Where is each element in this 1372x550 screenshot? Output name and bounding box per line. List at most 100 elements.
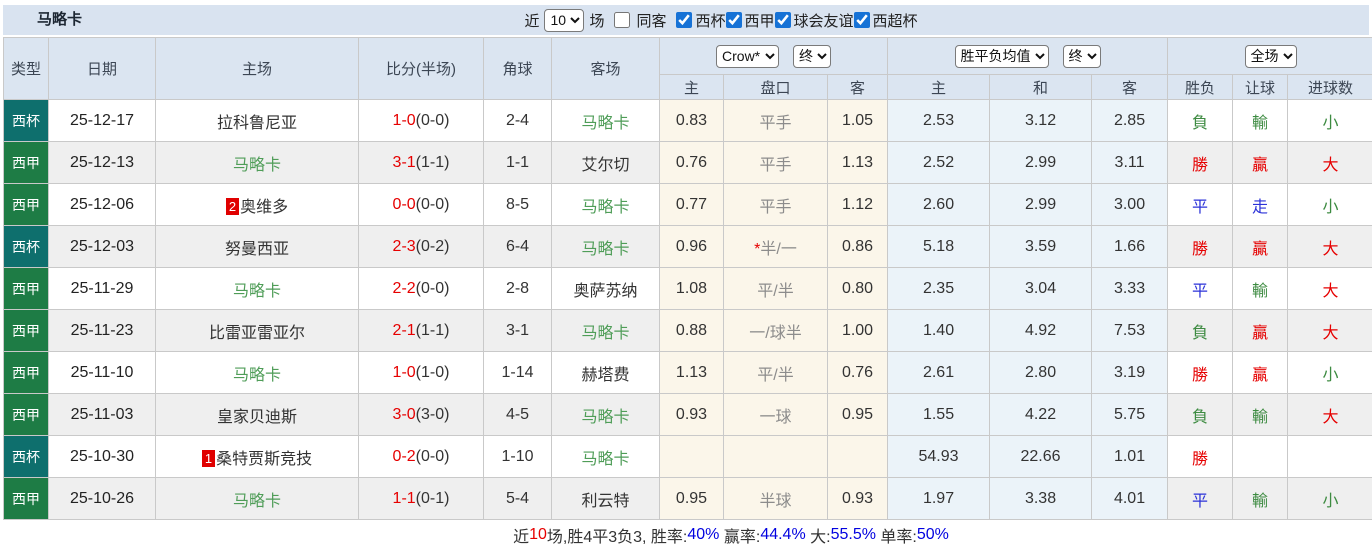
result-wdl: 平 (1168, 184, 1233, 226)
competition-type: 西杯 (4, 436, 49, 478)
europe-away-odds: 1.66 (1092, 226, 1168, 268)
europe-draw-odds: 3.04 (990, 268, 1092, 310)
home-rank-badge: 1 (202, 450, 215, 467)
away-team-cell: 艾尔切 (552, 142, 660, 184)
score-cell: 2-3(0-2) (359, 226, 484, 268)
home-team-name: 桑特贾斯竞技 (216, 451, 312, 468)
asian-time-select[interactable]: 终 (793, 45, 831, 68)
result-handicap: 贏 (1233, 352, 1288, 394)
result-wdl: 勝 (1168, 142, 1233, 184)
home-rank-badge: 2 (226, 198, 239, 215)
corners: 2-4 (484, 100, 552, 142)
asian-away-odds: 0.95 (828, 394, 888, 436)
competition-type: 西甲 (4, 394, 49, 436)
competition-type: 西甲 (4, 352, 49, 394)
col-header-date: 日期 (49, 38, 156, 100)
col-header-home: 主场 (156, 38, 359, 100)
supercup-label: 西超杯 (873, 10, 918, 31)
result-wdl: 平 (1168, 268, 1233, 310)
asian-away-odds: 0.76 (828, 352, 888, 394)
score-cell: 1-0(1-0) (359, 352, 484, 394)
europe-draw-odds: 4.22 (990, 394, 1092, 436)
games-label: 场 (589, 10, 604, 31)
europe-away-odds: 1.01 (1092, 436, 1168, 478)
asian-home-odds: 1.13 (660, 352, 724, 394)
half-time-score: (1-0) (416, 364, 450, 381)
corners: 1-10 (484, 436, 552, 478)
friendly-checkbox[interactable] (775, 12, 791, 28)
europe-draw-odds: 3.38 (990, 478, 1092, 520)
col-header-score: 比分(半场) (359, 38, 484, 100)
result-goals: 大 (1288, 394, 1372, 436)
europe-odds-select[interactable]: 胜平负均值 (955, 45, 1049, 68)
result-wdl: 負 (1168, 310, 1233, 352)
result-wdl: 勝 (1168, 436, 1233, 478)
result-goals: 大 (1288, 310, 1372, 352)
asian-away-odds: 1.13 (828, 142, 888, 184)
full-time-score: 3-0 (393, 406, 416, 423)
result-handicap: 贏 (1233, 226, 1288, 268)
match-date: 25-12-13 (49, 142, 156, 184)
away-team-name: 马略卡 (581, 241, 629, 258)
europe-draw-odds: 4.92 (990, 310, 1092, 352)
same-away-checkbox[interactable] (614, 12, 630, 28)
home-team-cell: 2奥维多 (156, 184, 359, 226)
asian-away-odds: 1.12 (828, 184, 888, 226)
page: 马略卡 近 10 场 同客 西杯 西甲 球会友谊 (0, 0, 1372, 550)
score-cell: 2-1(1-1) (359, 310, 484, 352)
table-row: 西甲 25-12-06 2奥维多 0-0(0-0) 8-5 马略卡 0.77 平… (4, 184, 1372, 226)
match-date: 25-12-17 (49, 100, 156, 142)
europe-time-select[interactable]: 终 (1063, 45, 1101, 68)
away-team-name: 马略卡 (581, 325, 629, 342)
half-time-score: (0-0) (416, 280, 450, 297)
col-header-corners: 角球 (484, 38, 552, 100)
laliga-checkbox[interactable] (726, 12, 742, 28)
europe-home-odds: 54.93 (888, 436, 990, 478)
page-title: 马略卡 (37, 5, 82, 35)
sub-header-asian-home: 主 (660, 75, 724, 100)
away-team-name: 马略卡 (581, 115, 629, 132)
corners: 6-4 (484, 226, 552, 268)
asian-home-odds: 0.77 (660, 184, 724, 226)
half-time-score: (0-0) (416, 448, 450, 465)
match-date: 25-12-03 (49, 226, 156, 268)
asian-away-odds: 0.93 (828, 478, 888, 520)
col-header-type: 类型 (4, 38, 49, 100)
home-team-cell: 1桑特贾斯竞技 (156, 436, 359, 478)
corners: 8-5 (484, 184, 552, 226)
same-away-label: 同客 (636, 10, 666, 31)
result-handicap: 輸 (1233, 478, 1288, 520)
filter-same-away[interactable]: 同客 (614, 10, 666, 31)
competition-type: 西杯 (4, 100, 49, 142)
home-team-cell: 马略卡 (156, 268, 359, 310)
cup-checkbox[interactable] (676, 12, 692, 28)
table-row: 西杯 25-12-03 努曼西亚 2-3(0-2) 6-4 马略卡 0.96 *… (4, 226, 1372, 268)
recent-count-select[interactable]: 10 (544, 9, 584, 32)
europe-home-odds: 2.35 (888, 268, 990, 310)
away-team-name: 赫塔费 (581, 367, 629, 384)
full-time-score: 0-2 (393, 448, 416, 465)
filter-friendly[interactable]: 球会友谊 (775, 10, 854, 31)
supercup-checkbox[interactable] (854, 12, 870, 28)
handicap-cell: 一球 (724, 394, 828, 436)
summary-segment: 55.5% (831, 526, 876, 544)
table-row: 西甲 25-12-13 马略卡 3-1(1-1) 1-1 艾尔切 0.76 平手… (4, 142, 1372, 184)
filter-supercup[interactable]: 西超杯 (854, 10, 918, 31)
table-row: 西甲 25-11-23 比雷亚雷亚尔 2-1(1-1) 3-1 马略卡 0.88… (4, 310, 1372, 352)
bookmaker-select[interactable]: Crow* (716, 45, 779, 68)
corners: 5-4 (484, 478, 552, 520)
filter-cup[interactable]: 西杯 (676, 10, 725, 31)
home-team-cell: 皇家贝迪斯 (156, 394, 359, 436)
filter-laliga[interactable]: 西甲 (726, 10, 775, 31)
away-team-cell: 赫塔费 (552, 352, 660, 394)
scope-select[interactable]: 全场 (1245, 45, 1297, 68)
corners: 4-5 (484, 394, 552, 436)
competition-type: 西甲 (4, 310, 49, 352)
recent-label: 近 (524, 10, 539, 31)
summary-segment: 赢率: (719, 523, 760, 547)
handicap-line: 半/一 (760, 241, 796, 258)
result-goals: 大 (1288, 226, 1372, 268)
match-date: 25-10-30 (49, 436, 156, 478)
sub-header-wdl: 胜负 (1168, 75, 1233, 100)
away-team-cell: 马略卡 (552, 310, 660, 352)
